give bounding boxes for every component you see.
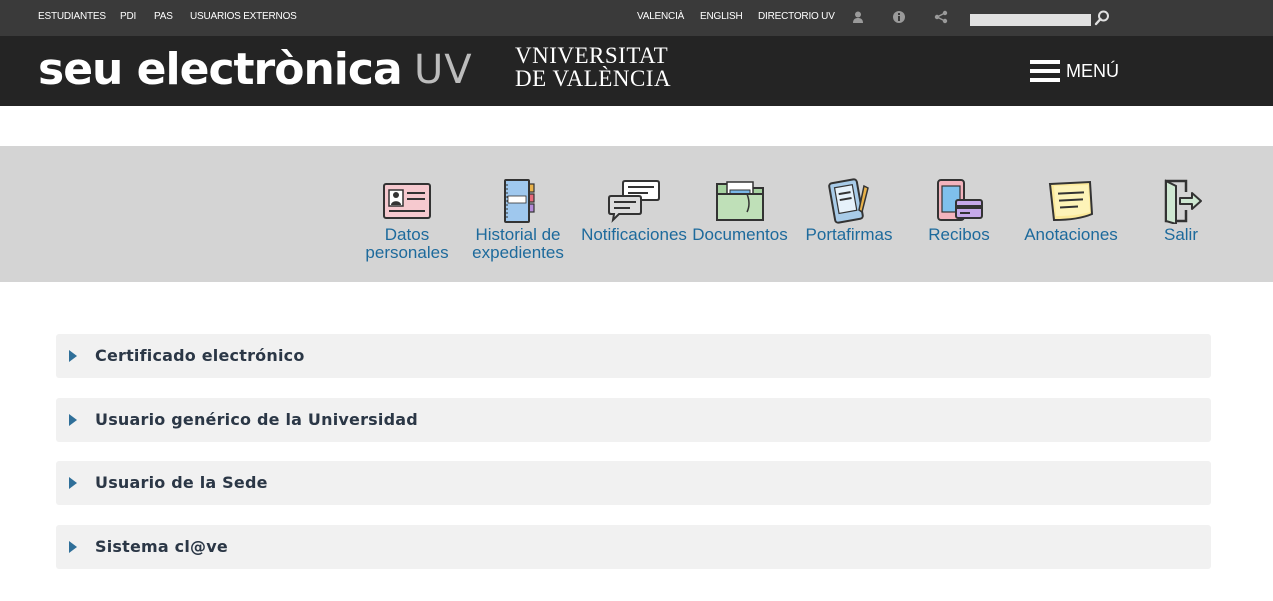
top-utility-bar: ESTUDIANTES PDI PAS USUARIOS EXTERNOS VA… [0, 0, 1273, 36]
search-icon[interactable] [1093, 9, 1111, 27]
hamburger-icon [1030, 60, 1060, 82]
accordion-label: Usuario genérico de la Universidad [95, 410, 418, 429]
binder-icon [504, 179, 535, 223]
nav-salir[interactable]: Salir [1125, 178, 1237, 244]
link-pdi[interactable]: PDI [120, 11, 136, 22]
expand-arrow-icon [69, 350, 77, 362]
accordion-sistema-clave[interactable]: Sistema cl@ve [56, 525, 1211, 569]
nav-label-line1: Portafirmas [805, 225, 893, 244]
phone-card-icon [937, 179, 983, 221]
nav-historial-expedientes[interactable]: Historial de expedientes [462, 178, 574, 262]
accordion-certificado-electronico[interactable]: Certificado electrónico [56, 334, 1211, 378]
folder-icon [716, 181, 764, 221]
link-usuarios-externos[interactable]: USUARIOS EXTERNOS [190, 11, 297, 22]
menu-button[interactable]: MENÚ [1030, 58, 1119, 84]
icon-navigation: Datos personales Historial de expediente… [0, 146, 1273, 282]
user-icon[interactable] [851, 10, 865, 24]
university-logo[interactable]: VNIVERSITAT DE VALÈNCIA [515, 44, 671, 90]
site-logo[interactable]: seu electrònica [38, 44, 403, 96]
nav-datos-personales[interactable]: Datos personales [351, 178, 463, 262]
link-pas[interactable]: PAS [154, 11, 173, 22]
nav-label-line1: Documentos [692, 225, 788, 244]
brand-main-text: seu electrònica [38, 44, 403, 95]
accordion-label: Usuario de la Sede [95, 473, 268, 492]
university-logo-line1: VNIVERSITAT [515, 43, 669, 68]
nav-label-line1: Anotaciones [1024, 225, 1118, 244]
sticky-note-icon [1048, 180, 1094, 222]
nav-label-line1: Historial de [475, 225, 561, 244]
nav-documentos[interactable]: Documentos [684, 178, 796, 244]
nav-portafirmas[interactable]: Portafirmas [793, 178, 905, 244]
link-valencia[interactable]: VALENCIÀ [637, 11, 684, 22]
accordion-label: Sistema cl@ve [95, 537, 228, 556]
expand-arrow-icon [69, 541, 77, 553]
id-card-icon [383, 183, 431, 219]
nav-recibos[interactable]: Recibos [903, 178, 1015, 244]
nav-label-line1: Notificaciones [581, 225, 687, 244]
search-input[interactable] [970, 14, 1091, 26]
brand-header: seu electrònica UV VNIVERSITAT DE VALÈNC… [0, 36, 1273, 106]
nav-label-line1: Datos [384, 225, 430, 244]
link-directorio-uv[interactable]: DIRECTORIO UV [758, 11, 835, 22]
share-icon[interactable] [934, 10, 948, 24]
nav-label-line2: expedientes [472, 243, 564, 262]
exit-icon [1164, 179, 1202, 224]
tablet-pen-icon [828, 178, 869, 224]
info-icon[interactable] [892, 10, 906, 24]
expand-arrow-icon [69, 477, 77, 489]
expand-arrow-icon [69, 414, 77, 426]
university-logo-line2: DE VALÈNCIA [515, 66, 672, 91]
nav-label-line1: Salir [1163, 225, 1198, 244]
nav-label-line2: personales [365, 243, 449, 262]
nav-anotaciones[interactable]: Anotaciones [1015, 178, 1127, 244]
brand-uv-suffix: UV [414, 47, 473, 93]
chat-bubbles-icon [608, 180, 660, 223]
accordion-label: Certificado electrónico [95, 346, 305, 365]
accordion-usuario-sede[interactable]: Usuario de la Sede [56, 461, 1211, 505]
nav-label-line1: Recibos [928, 225, 990, 244]
accordion-usuario-generico[interactable]: Usuario genérico de la Universidad [56, 398, 1211, 442]
menu-label: MENÚ [1066, 60, 1119, 81]
link-estudiantes[interactable]: ESTUDIANTES [38, 11, 106, 22]
link-english[interactable]: ENGLISH [700, 11, 743, 22]
nav-notificaciones[interactable]: Notificaciones [578, 178, 690, 244]
